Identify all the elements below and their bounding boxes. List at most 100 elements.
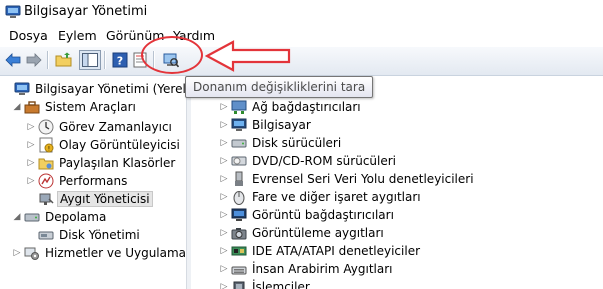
computer-management-icon: [14, 81, 30, 97]
collapsed-arrow-icon[interactable]: ▷: [219, 98, 229, 116]
toolbar: ?: [0, 47, 603, 76]
device-label: Bilgisayar: [252, 118, 311, 132]
red-arrow-annotation: [205, 40, 291, 72]
list-item[interactable]: ▷ İnsan Arabirim Aygıtları: [219, 260, 395, 278]
expanded-arrow-icon[interactable]: ◢: [12, 208, 22, 226]
list-item[interactable]: ▷ Ağ bağdaştırıcıları: [219, 98, 363, 116]
computer-management-icon: [5, 5, 21, 19]
tooltip: Donanım değişikliklerini tara: [185, 76, 374, 98]
tree-item-storage[interactable]: ◢ Depolama: [12, 208, 108, 226]
tree-item-device-manager[interactable]: Aygıt Yöneticisi: [36, 190, 153, 208]
network-adapter-icon: [231, 99, 247, 115]
svg-text:?: ?: [117, 55, 123, 68]
collapsed-arrow-icon[interactable]: ▷: [219, 134, 229, 152]
collapsed-arrow-icon[interactable]: ▷: [219, 152, 229, 170]
device-label: İşlemciler: [252, 280, 310, 289]
menu-bar: Dosya Eylem Görünüm Yardım: [0, 25, 603, 48]
tree-item-performance[interactable]: ▷ Performans: [26, 172, 129, 190]
show-hide-tree-icon[interactable]: [79, 50, 101, 70]
services-icon: [24, 245, 40, 261]
tree-item-shared-folders[interactable]: ▷ Paylaşılan Klasörler: [26, 154, 177, 172]
list-item[interactable]: ▷ Evrensel Seri Veri Yolu denetleyiciler…: [219, 170, 476, 188]
usb-icon: [231, 171, 247, 187]
expanded-arrow-icon[interactable]: [2, 80, 12, 98]
toolbar-separator: [104, 51, 106, 69]
tree-item-event-viewer[interactable]: ▷ ! Olay Görüntüleyicisi: [26, 136, 182, 154]
list-item[interactable]: ▷ Görüntü bağdaştırıcıları: [219, 206, 396, 224]
collapsed-arrow-icon[interactable]: ▷: [26, 154, 36, 172]
list-item[interactable]: ▷ Görüntüleme aygıtları: [219, 224, 386, 242]
storage-icon: [24, 209, 40, 225]
imaging-device-icon: [231, 225, 247, 241]
clock-icon: [38, 119, 54, 135]
help-icon[interactable]: ?: [110, 50, 130, 70]
tree-item-task-scheduler[interactable]: ▷ Görev Zamanlayıcı: [26, 118, 174, 136]
processor-icon: [231, 279, 247, 289]
tree-label: Bilgisayar Yönetimi (Yerel): [35, 82, 186, 96]
tree-item-root[interactable]: Bilgisayar Yönetimi (Yerel): [2, 80, 186, 98]
device-label: Evrensel Seri Veri Yolu denetleyicileri: [252, 172, 474, 186]
tree-label: Disk Yönetimi: [59, 228, 140, 242]
list-item[interactable]: ▷ IDE ATA/ATAPI denetleyiciler: [219, 242, 422, 260]
tree-label: Depolama: [45, 210, 107, 224]
collapsed-arrow-icon[interactable]: ▷: [26, 118, 36, 136]
device-manager-icon: [38, 191, 54, 207]
tree-label: Aygıt Yöneticisi: [57, 191, 153, 207]
computer-icon: [231, 117, 247, 133]
list-item[interactable]: ▷ DVD/CD-ROM sürücüleri: [219, 152, 398, 170]
dvd-drive-icon: [231, 153, 247, 169]
toolbox-icon: [24, 99, 40, 115]
device-label: DVD/CD-ROM sürücüleri: [252, 154, 397, 168]
device-label: Fare ve diğer işaret aygıtları: [252, 190, 421, 204]
window-title: Bilgisayar Yönetimi: [24, 4, 148, 19]
device-label: Görüntüleme aygıtları: [252, 226, 384, 240]
collapsed-arrow-icon[interactable]: ▷: [219, 206, 229, 224]
collapsed-arrow-icon[interactable]: ▷: [219, 278, 229, 289]
device-list: ▷ Ağ bağdaştırıcıları ▷ Bilgisayar ▷ Dis…: [191, 76, 603, 289]
collapsed-arrow-icon[interactable]: ▷: [219, 188, 229, 206]
display-adapter-icon: [231, 207, 247, 223]
list-item[interactable]: ▷ Disk sürücüleri: [219, 134, 343, 152]
shared-folder-icon: [38, 155, 54, 171]
disk-management-icon: [38, 227, 54, 243]
tree-label: Görev Zamanlayıcı: [59, 120, 172, 134]
hid-icon: [231, 261, 247, 277]
title-bar: Bilgisayar Yönetimi: [0, 0, 603, 25]
menu-file[interactable]: Dosya: [9, 28, 48, 43]
tree-label: Performans: [59, 174, 128, 188]
tree-item-system-tools[interactable]: ◢ Sistem Araçları: [12, 98, 138, 116]
disk-drive-icon: [231, 135, 247, 151]
expanded-arrow-icon[interactable]: ◢: [12, 98, 22, 116]
device-label: İnsan Arabirim Aygıtları: [252, 262, 393, 276]
event-log-icon: !: [38, 137, 54, 153]
list-item[interactable]: ▷ İşlemciler: [219, 278, 312, 289]
collapsed-arrow-icon[interactable]: ▷: [219, 224, 229, 242]
performance-icon: [38, 173, 54, 189]
collapsed-arrow-icon[interactable]: ▷: [26, 172, 36, 190]
toolbar-separator: [47, 51, 49, 69]
up-folder-icon[interactable]: [54, 50, 74, 70]
back-arrow-icon[interactable]: [3, 50, 23, 70]
tree-label: Hizmetler ve Uygulamalar: [45, 246, 186, 260]
list-item[interactable]: ▷ Fare ve diğer işaret aygıtları: [219, 188, 423, 206]
device-label: Disk sürücüleri: [252, 136, 342, 150]
menu-action[interactable]: Eylem: [58, 28, 97, 43]
collapsed-arrow-icon[interactable]: ▷: [219, 242, 229, 260]
tree-label: Paylaşılan Klasörler: [59, 156, 176, 170]
tree-item-disk-management[interactable]: Disk Yönetimi: [36, 226, 142, 244]
navigation-tree: Bilgisayar Yönetimi (Yerel) ◢ Sistem Ara…: [0, 76, 186, 289]
collapsed-arrow-icon[interactable]: ▷: [26, 136, 36, 154]
device-label: IDE ATA/ATAPI denetleyiciler: [252, 244, 421, 258]
collapsed-arrow-icon[interactable]: ▷: [219, 260, 229, 278]
list-item[interactable]: ▷ Bilgisayar: [219, 116, 313, 134]
device-label: Ağ bağdaştırıcıları: [252, 100, 361, 114]
device-label: Görüntü bağdaştırıcıları: [252, 208, 394, 222]
collapsed-arrow-icon[interactable]: ▷: [219, 170, 229, 188]
collapsed-arrow-icon[interactable]: ▷: [219, 116, 229, 134]
collapsed-arrow-icon[interactable]: ▷: [12, 244, 22, 262]
ide-controller-icon: [231, 243, 247, 259]
forward-arrow-icon[interactable]: [24, 50, 44, 70]
mouse-icon: [231, 189, 247, 205]
tree-item-services[interactable]: ▷ Hizmetler ve Uygulamalar: [12, 244, 186, 262]
tree-label: Sistem Araçları: [45, 100, 136, 114]
